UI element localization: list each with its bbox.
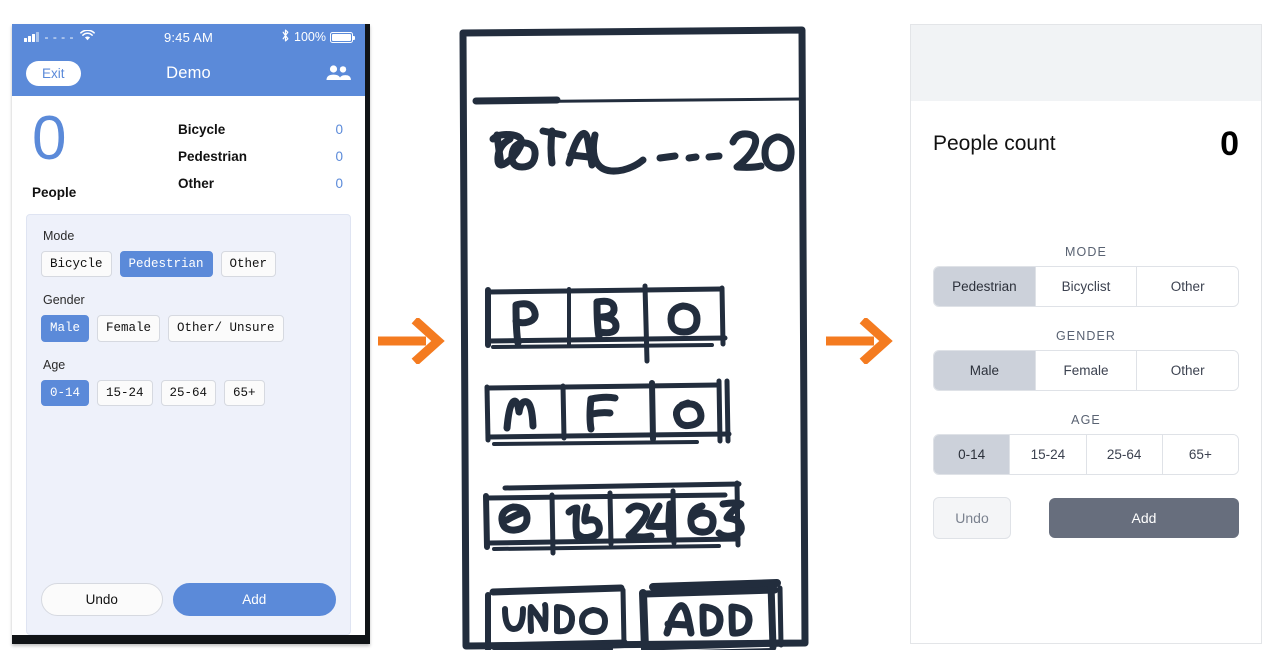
breakdown-list: Bicycle 0 Pedestrian 0 Other 0 [176, 110, 345, 200]
count-summary: 0 People Bicycle 0 Pedestrian 0 Other 0 [12, 96, 365, 210]
mode-chip-list: Bicycle Pedestrian Other [41, 250, 336, 278]
carrier-label: - - - - [44, 30, 74, 44]
chip-mode-bicycle[interactable]: Bicycle [41, 250, 112, 278]
gender-group-label: Gender [43, 293, 85, 308]
lofi-phone-panel: - - - - 9:45 AM 100% Exit Demo 0 People … [12, 24, 370, 644]
hifi-header: People count 0 [911, 101, 1261, 161]
breakdown-row-pedestrian: Pedestrian 0 [176, 143, 345, 170]
gender-group: Gender Male Female Other/ Unsure [41, 293, 336, 342]
battery-full-icon [330, 31, 355, 43]
age-group-label: Age [43, 357, 66, 372]
design-progression-stage: - - - - 9:45 AM 100% Exit Demo 0 People … [0, 0, 1275, 666]
chip-age-15-24[interactable]: 15-24 [97, 379, 153, 407]
total-count-label: People [32, 184, 77, 200]
hifi-age-segmented-control: 0-14 15-24 25-64 65+ [933, 434, 1239, 475]
status-bar-right: 100% [281, 29, 355, 45]
signal-bars-icon [24, 32, 39, 42]
chip-gender-other[interactable]: Other/ Unsure [168, 315, 284, 342]
breakdown-label: Other [177, 176, 214, 191]
chip-gender-male[interactable]: Male [41, 315, 90, 342]
sketch-drawing [459, 26, 809, 657]
hifi-gender-segmented-control: Male Female Other [933, 350, 1239, 391]
people-icon[interactable] [325, 64, 351, 83]
chip-gender-female[interactable]: Female [97, 315, 161, 342]
chip-mode-other[interactable]: Other [220, 250, 277, 278]
hifi-mode-segmented-control: Pedestrian Bicyclist Other [933, 266, 1239, 307]
segment-age-0-14[interactable]: 0-14 [934, 435, 1011, 474]
total-count-value: 0 [32, 104, 67, 173]
breakdown-value: 0 [335, 149, 343, 164]
wifi-icon [80, 29, 95, 44]
sketch-wireframe-panel [457, 25, 809, 657]
breakdown-row-bicycle: Bicycle 0 [176, 116, 345, 143]
breakdown-label: Bicycle [177, 122, 226, 137]
mode-group: Mode Bicycle Pedestrian Other [41, 228, 336, 278]
hifi-mode-group: MODE Pedestrian Bicyclist Other [933, 245, 1239, 307]
hifi-undo-button[interactable]: Undo [933, 497, 1011, 539]
bluetooth-icon [281, 29, 290, 45]
status-bar-left: - - - - [24, 29, 95, 44]
people-count-value: 0 [1220, 125, 1239, 163]
breakdown-row-other: Other 0 [176, 170, 345, 197]
breakdown-label: Pedestrian [177, 149, 247, 164]
people-count-label: People count [933, 132, 1056, 155]
hifi-status-bar-placeholder [911, 25, 1261, 101]
hifi-gender-label: GENDER [1055, 329, 1117, 343]
age-chip-list: 0-14 15-24 25-64 65+ [41, 379, 336, 407]
hifi-age-label: AGE [1071, 413, 1101, 427]
arrow-sketch-to-hifi [826, 316, 894, 369]
segment-mode-pedestrian[interactable]: Pedestrian [934, 267, 1036, 306]
age-group: Age 0-14 15-24 25-64 65+ [41, 357, 336, 407]
segment-age-65-plus[interactable]: 65+ [1162, 435, 1238, 474]
controls-card: Mode Bicycle Pedestrian Other Gender Mal… [26, 213, 351, 635]
segment-mode-bicyclist[interactable]: Bicyclist [1035, 267, 1138, 306]
hifi-mode-label: MODE [1065, 245, 1107, 259]
mode-group-label: Mode [43, 228, 75, 243]
segment-age-25-64[interactable]: 25-64 [1086, 435, 1163, 474]
undo-button[interactable]: Undo [41, 583, 163, 616]
chip-age-25-64[interactable]: 25-64 [160, 379, 217, 407]
chip-mode-pedestrian[interactable]: Pedestrian [119, 250, 213, 278]
exit-button[interactable]: Exit [26, 60, 81, 86]
segment-gender-male[interactable]: Male [934, 351, 1036, 390]
hifi-gender-group: GENDER Male Female Other [933, 329, 1239, 391]
nav-bar: Exit Demo [12, 50, 365, 96]
hifi-add-button[interactable]: Add [1049, 498, 1239, 538]
card-action-bar: Undo Add [41, 583, 336, 616]
breakdown-value: 0 [335, 122, 343, 137]
hifi-age-group: AGE 0-14 15-24 25-64 65+ [933, 413, 1239, 475]
chip-age-0-14[interactable]: 0-14 [41, 379, 90, 407]
chip-age-65-plus[interactable]: 65+ [224, 379, 265, 407]
status-bar: - - - - 9:45 AM 100% [12, 24, 365, 50]
hifi-mock-panel: People count 0 MODE Pedestrian Bicyclist… [910, 24, 1262, 644]
segment-mode-other[interactable]: Other [1137, 267, 1238, 306]
phone-screen: - - - - 9:45 AM 100% Exit Demo 0 People … [12, 24, 365, 635]
arrow-lofi-to-sketch [378, 316, 446, 369]
gender-chip-list: Male Female Other/ Unsure [41, 315, 336, 342]
battery-percent-label: 100% [294, 30, 326, 44]
segment-gender-female[interactable]: Female [1035, 351, 1138, 390]
total-count-block: 0 People [32, 104, 176, 200]
segment-gender-other[interactable]: Other [1137, 351, 1238, 390]
hifi-action-bar: Undo Add [933, 497, 1239, 539]
breakdown-value: 0 [335, 176, 343, 191]
segment-age-15-24[interactable]: 15-24 [1010, 435, 1087, 474]
add-button[interactable]: Add [172, 583, 336, 616]
hifi-controls: MODE Pedestrian Bicyclist Other GENDER M… [911, 245, 1261, 539]
